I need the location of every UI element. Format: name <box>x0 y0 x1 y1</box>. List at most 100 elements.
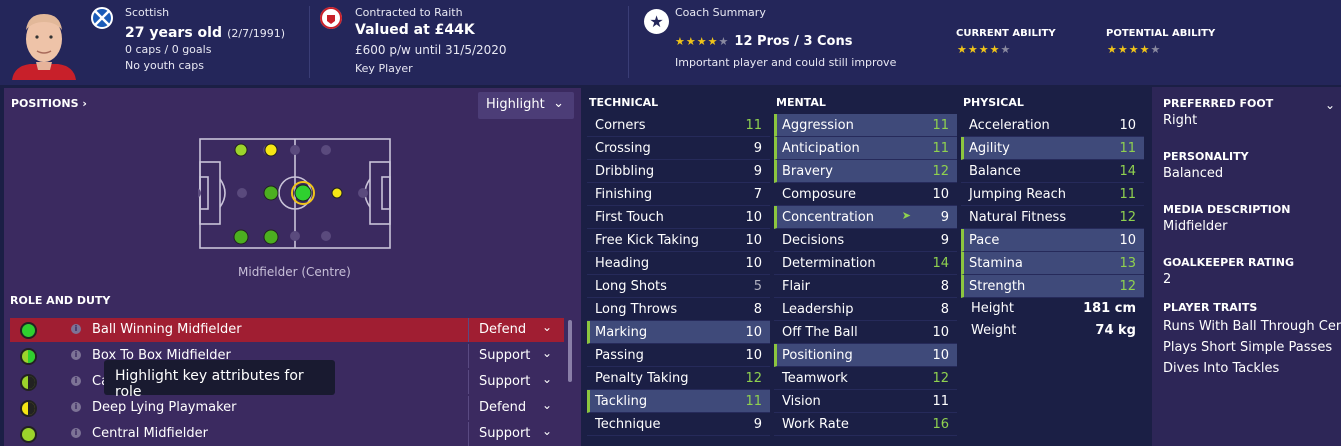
attribute-value: 14 <box>932 256 949 271</box>
attribute-row[interactable]: Long Throws 8 <box>587 298 770 321</box>
dob: (2/7/1991) <box>227 27 286 40</box>
attribute-row[interactable]: Anticipation 11 <box>774 137 957 160</box>
chevron-down-icon: ⌄ <box>541 372 552 386</box>
youth-caps: No youth caps <box>125 59 204 72</box>
attribute-row[interactable]: Decisions 9 <box>774 229 957 252</box>
attribute-row[interactable]: First Touch 10 <box>587 206 770 229</box>
scrollbar[interactable] <box>568 320 572 382</box>
attribute-row[interactable]: Jumping Reach 11 <box>961 183 1144 206</box>
role-row[interactable]: i Central Midfielder Support ⌄ <box>10 422 564 446</box>
attribute-row[interactable]: Free Kick Taking 10 <box>587 229 770 252</box>
attribute-name: Positioning <box>782 348 853 363</box>
info-icon[interactable]: i <box>71 402 81 412</box>
attribute-name: Off The Ball <box>782 325 858 340</box>
role-name: Central Midfielder <box>92 426 208 441</box>
attribute-name: Pace <box>969 233 1000 248</box>
attribute-row[interactable]: Natural Fitness 12 <box>961 206 1144 229</box>
attribute-value: 11 <box>1119 187 1136 202</box>
coach-rating[interactable]: ★★★★★ 12 Pros / 3 Cons <box>675 30 852 49</box>
attribute-row[interactable]: Off The Ball 10 <box>774 321 957 344</box>
attribute-row[interactable]: Balance 14 <box>961 160 1144 183</box>
attribute-value: 9 <box>940 233 949 248</box>
attribute-value: 13 <box>1119 256 1136 271</box>
role-suitability-icon <box>20 348 37 365</box>
divider <box>628 6 629 78</box>
positions-title[interactable]: POSITIONS › <box>11 97 87 110</box>
attribute-row[interactable]: Corners 11 <box>587 114 770 137</box>
attribute-name: Composure <box>782 187 856 202</box>
highlight-dropdown[interactable]: Highlight ⌄ <box>478 92 574 119</box>
scotland-flag-icon <box>91 7 113 29</box>
contract[interactable]: Contracted to Raith <box>355 6 463 19</box>
info-icon[interactable]: i <box>71 324 81 334</box>
mental-attributes: MENTAL Aggression 11 Anticipation 11 Bravery… <box>774 93 957 436</box>
weight-row: Weight 74 kg <box>971 323 1136 338</box>
attribute-name: Stamina <box>969 256 1023 271</box>
chevron-down-icon[interactable]: ⌄ <box>1325 98 1335 112</box>
coach-stars-icon: ★★★★★ <box>675 35 730 48</box>
attribute-row[interactable]: Aggression 11 <box>774 114 957 137</box>
attribute-value: 11 <box>932 141 949 156</box>
attribute-value: 7 <box>753 187 762 202</box>
info-icon[interactable]: i <box>71 350 81 360</box>
attribute-row[interactable]: Passing 10 <box>587 344 770 367</box>
attribute-row[interactable]: Tackling 11 <box>587 390 770 413</box>
attribute-row[interactable]: Flair 8 <box>774 275 957 298</box>
attribute-row[interactable]: Penalty Taking 12 <box>587 367 770 390</box>
height-weight: Height 181 cm Weight 74 kg <box>962 301 1147 345</box>
attribute-value: 11 <box>1119 141 1136 156</box>
attribute-row[interactable]: Positioning 10 <box>774 344 957 367</box>
attribute-name: Bravery <box>782 164 833 179</box>
duty-dropdown[interactable]: Support ⌄ <box>468 370 564 394</box>
attribute-row[interactable]: Bravery 12 <box>774 160 957 183</box>
attribute-row[interactable]: Dribbling 9 <box>587 160 770 183</box>
attribute-name: Penalty Taking <box>595 371 689 386</box>
attribute-value: 9 <box>753 141 762 156</box>
personality: Balanced <box>1163 166 1224 181</box>
info-icon[interactable]: i <box>71 376 81 386</box>
attribute-row[interactable]: Long Shots 5 <box>587 275 770 298</box>
attribute-value: 10 <box>745 256 762 271</box>
attribute-row[interactable]: Strength 12 <box>961 275 1144 298</box>
media-label: MEDIA DESCRIPTION <box>1163 203 1291 216</box>
attribute-name: Dribbling <box>595 164 655 179</box>
info-icon[interactable]: i <box>71 428 81 438</box>
role-name: Deep Lying Playmaker <box>92 400 237 415</box>
duty-dropdown[interactable]: Support ⌄ <box>468 422 564 446</box>
duty-dropdown[interactable]: Defend ⌄ <box>468 396 564 420</box>
attribute-row[interactable]: Determination 14 <box>774 252 957 275</box>
attribute-row[interactable]: Finishing 7 <box>587 183 770 206</box>
attribute-name: Technique <box>595 417 661 432</box>
attribute-row[interactable]: Vision 11 <box>774 390 957 413</box>
attribute-row[interactable]: Technique 9 <box>587 413 770 436</box>
attribute-name: Balance <box>969 164 1021 179</box>
role-suitability-icon <box>20 400 37 417</box>
chevron-down-icon: ⌄ <box>541 398 552 412</box>
attribute-name: Marking <box>595 325 648 340</box>
attribute-row[interactable]: Pace 10 <box>961 229 1144 252</box>
traits-label: PLAYER TRAITS <box>1163 301 1258 314</box>
gk-rating-label: GOALKEEPER RATING <box>1163 256 1294 269</box>
chevron-down-icon: ⌄ <box>541 346 552 360</box>
attribute-row[interactable]: Heading 10 <box>587 252 770 275</box>
attribute-value: 11 <box>745 118 762 133</box>
duty-dropdown[interactable]: Support ⌄ <box>468 344 564 368</box>
attribute-row[interactable]: Stamina 13 <box>961 252 1144 275</box>
attribute-row[interactable]: Acceleration 10 <box>961 114 1144 137</box>
attribute-value: 5 <box>753 279 762 294</box>
attribute-row[interactable]: Crossing 9 <box>587 137 770 160</box>
role-row[interactable]: i Deep Lying Playmaker Defend ⌄ <box>10 396 564 420</box>
attribute-row[interactable]: Teamwork 12 <box>774 367 957 390</box>
attribute-row[interactable]: Concentration 9 ➤ <box>774 206 957 229</box>
role-row[interactable]: i Ball Winning Midfielder Defend ⌄ <box>10 318 564 342</box>
role-duty-title: ROLE AND DUTY <box>10 294 111 307</box>
duty-dropdown[interactable]: Defend ⌄ <box>468 318 564 342</box>
attribute-row[interactable]: Composure 10 <box>774 183 957 206</box>
attribute-row[interactable]: Work Rate 16 <box>774 413 957 436</box>
club-badge-icon[interactable] <box>320 7 342 29</box>
attribute-row[interactable]: Agility 11 <box>961 137 1144 160</box>
attribute-value: 10 <box>745 325 762 340</box>
attribute-row[interactable]: Leadership 8 <box>774 298 957 321</box>
attribute-row[interactable]: Marking 10 <box>587 321 770 344</box>
chevron-down-icon: ⌄ <box>541 320 552 334</box>
